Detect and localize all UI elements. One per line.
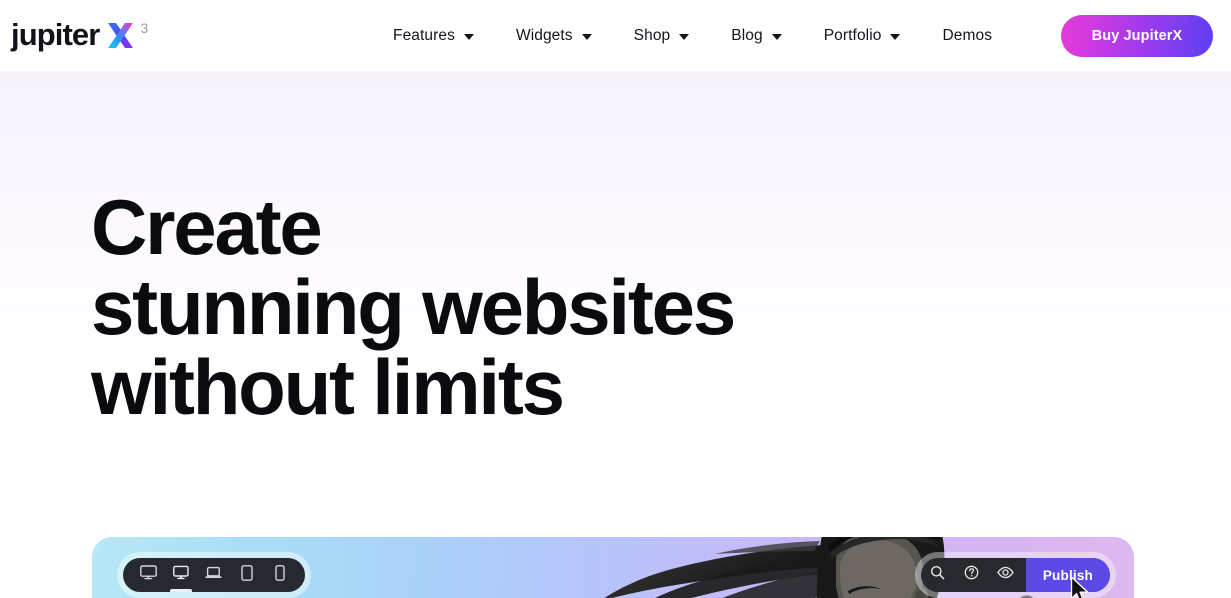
editor-actions-pill: Publish bbox=[920, 558, 1110, 592]
preview-button[interactable] bbox=[989, 558, 1023, 592]
publish-button[interactable]: Publish bbox=[1025, 558, 1110, 592]
publish-label: Publish bbox=[1042, 567, 1093, 583]
hero-line-3: without limits bbox=[91, 343, 565, 431]
device-toolbar-pill bbox=[123, 558, 305, 592]
site-header: jupiter 3 Features Widgets Shop Blog Por… bbox=[0, 0, 1231, 71]
device-toolbar bbox=[117, 552, 311, 598]
chevron-down-icon bbox=[679, 33, 690, 40]
device-button-tablet[interactable] bbox=[234, 558, 260, 592]
page-root: jupiter 3 Features Widgets Shop Blog Por… bbox=[0, 0, 1231, 598]
help-circle-icon bbox=[964, 565, 979, 585]
brand-superscript: 3 bbox=[140, 20, 149, 36]
device-button-monitor-large[interactable] bbox=[135, 558, 161, 592]
device-button-laptop[interactable] bbox=[201, 558, 227, 592]
monitor-wide-icon bbox=[139, 565, 157, 585]
main-navigation: Features Widgets Shop Blog Portfolio Dem bbox=[372, 0, 1013, 71]
mobile-icon bbox=[274, 564, 285, 586]
nav-label: Widgets bbox=[515, 26, 573, 44]
chevron-down-icon bbox=[581, 33, 592, 40]
editor-actions-toolbar: Publish bbox=[914, 552, 1116, 598]
eye-icon bbox=[997, 566, 1015, 584]
nav-item-blog[interactable]: Blog bbox=[710, 0, 802, 71]
buy-jupiterx-button[interactable]: Buy JupiterX bbox=[1061, 15, 1213, 57]
chevron-down-icon bbox=[771, 33, 782, 40]
hero-line-1: Create bbox=[91, 183, 323, 271]
nav-label: Features bbox=[393, 26, 455, 44]
monitor-icon bbox=[173, 565, 189, 585]
search-icon bbox=[930, 565, 945, 585]
device-button-mobile[interactable] bbox=[267, 558, 293, 592]
help-button[interactable] bbox=[955, 558, 989, 592]
laptop-icon bbox=[205, 566, 223, 585]
nav-label: Portfolio bbox=[823, 26, 882, 44]
editor-preview-banner: Publish bbox=[92, 537, 1134, 598]
hero-line-2: stunning websites bbox=[91, 263, 736, 351]
x-logo-icon bbox=[105, 20, 136, 51]
nav-item-features[interactable]: Features bbox=[372, 0, 495, 71]
nav-label: Shop bbox=[633, 26, 671, 44]
nav-item-widgets[interactable]: Widgets bbox=[495, 0, 613, 71]
tablet-icon bbox=[241, 564, 253, 586]
nav-label: Blog bbox=[731, 26, 763, 44]
brand-wordmark: jupiter bbox=[11, 17, 100, 52]
chevron-down-icon bbox=[890, 33, 901, 40]
hero-heading: Create stunning websites without limits bbox=[91, 183, 736, 431]
nav-item-shop[interactable]: Shop bbox=[613, 0, 711, 71]
chevron-down-icon bbox=[463, 33, 474, 40]
nav-item-demos[interactable]: Demos bbox=[921, 0, 1013, 71]
nav-item-portfolio[interactable]: Portfolio bbox=[803, 0, 922, 71]
search-button[interactable] bbox=[921, 558, 955, 592]
brand-logo[interactable]: jupiter 3 bbox=[11, 14, 148, 56]
device-button-desktop[interactable] bbox=[168, 558, 194, 592]
buy-jupiterx-label: Buy JupiterX bbox=[1091, 28, 1183, 44]
nav-label: Demos bbox=[942, 26, 993, 44]
